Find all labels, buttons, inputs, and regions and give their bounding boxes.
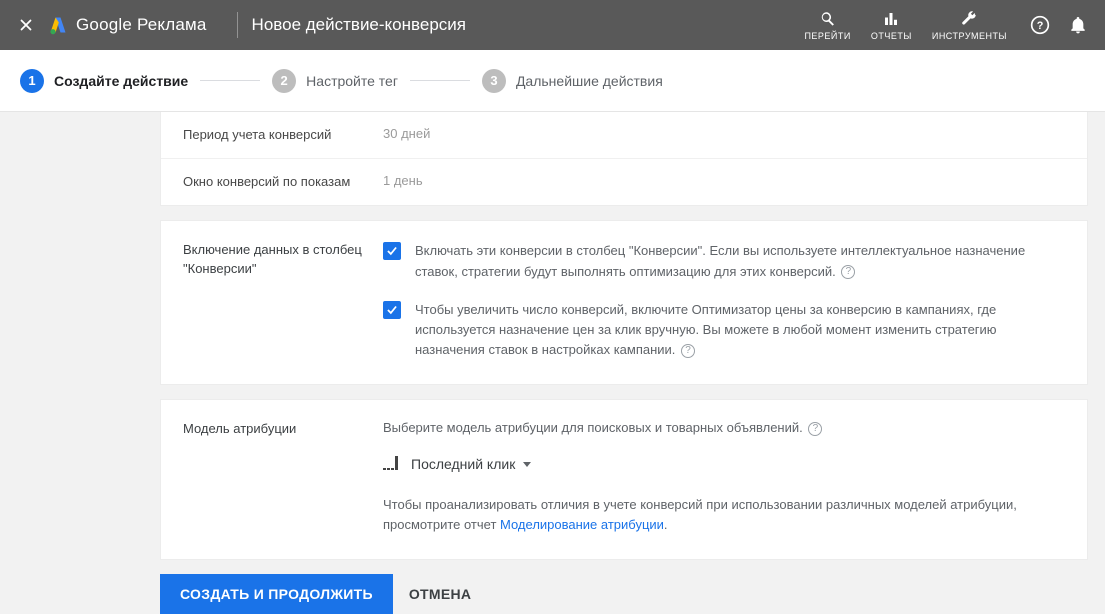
product-name: Google Реклама: [76, 15, 207, 35]
nav-reports-label: ОТЧЕТЫ: [871, 31, 912, 41]
step-1-number: 1: [20, 69, 44, 93]
nav-goto[interactable]: ПЕРЕЙТИ: [794, 10, 860, 41]
progress-stepper: 1 Создайте действие 2 Настройте тег 3 Да…: [0, 50, 1105, 112]
cancel-button[interactable]: ОТМЕНА: [409, 586, 471, 602]
ads-logo-icon: [48, 15, 68, 35]
include-option-2: Чтобы увеличить число конверсий, включит…: [383, 300, 1065, 360]
help-button[interactable]: ?: [1025, 10, 1055, 40]
header-separator: [237, 12, 238, 38]
last-click-icon: [383, 456, 403, 473]
row-conversion-period[interactable]: Период учета конверсий 30 дней: [161, 112, 1087, 158]
attribution-model-dropdown[interactable]: Последний клик: [383, 456, 531, 473]
view-window-value: 1 день: [383, 173, 423, 191]
step-2-number: 2: [272, 69, 296, 93]
step-1-label: Создайте действие: [54, 73, 188, 89]
step-3-label: Дальнейшие действия: [516, 73, 663, 89]
step-3-number: 3: [482, 69, 506, 93]
page-title: Новое действие-конверсия: [252, 15, 466, 35]
attribution-card: Модель атрибуции Выберите модель атрибуц…: [160, 399, 1088, 560]
step-3: 3 Дальнейшие действия: [482, 69, 663, 93]
include-option-1-text: Включать эти конверсии в столбец "Конвер…: [415, 241, 1065, 281]
nav-reports[interactable]: ОТЧЕТЫ: [861, 10, 922, 41]
checkmark-icon: [385, 244, 399, 258]
step-2: 2 Настройте тег: [272, 69, 398, 93]
nav-goto-label: ПЕРЕЙТИ: [804, 31, 850, 41]
step-1[interactable]: 1 Создайте действие: [20, 69, 188, 93]
create-and-continue-button[interactable]: СОЗДАТЬ И ПРОДОЛЖИТЬ: [160, 574, 393, 614]
help-icon: ?: [1030, 15, 1050, 35]
search-icon: [819, 10, 837, 28]
attribution-hint: Выберите модель атрибуции для поисковых …: [383, 420, 1065, 436]
help-tooltip-icon[interactable]: ?: [841, 265, 855, 279]
step-2-label: Настройте тег: [306, 73, 398, 89]
stepper-connector: [200, 80, 260, 81]
stepper-connector: [410, 80, 470, 81]
attribution-modeling-link[interactable]: Моделирование атрибуции: [500, 517, 664, 532]
bell-icon: [1068, 15, 1088, 35]
conversion-period-value: 30 дней: [383, 126, 430, 144]
nav-tools[interactable]: ИНСТРУМЕНТЫ: [922, 10, 1017, 41]
attribution-selected-value: Последний клик: [411, 456, 515, 472]
help-tooltip-icon[interactable]: ?: [681, 344, 695, 358]
help-tooltip-icon[interactable]: ?: [808, 422, 822, 436]
include-option-1: Включать эти конверсии в столбец "Конвер…: [383, 241, 1065, 281]
svg-text:?: ?: [1037, 20, 1044, 32]
notifications-button[interactable]: [1063, 10, 1093, 40]
form-actions: СОЗДАТЬ И ПРОДОЛЖИТЬ ОТМЕНА: [160, 574, 1105, 614]
row-view-window[interactable]: Окно конверсий по показам 1 день: [161, 158, 1087, 205]
nav-tools-label: ИНСТРУМЕНТЫ: [932, 31, 1007, 41]
summary-card: Период учета конверсий 30 дней Окно конв…: [160, 112, 1088, 206]
close-button[interactable]: [12, 11, 40, 39]
attribution-footer: Чтобы проанализировать отличия в учете к…: [383, 495, 1065, 535]
view-window-label: Окно конверсий по показам: [183, 173, 383, 191]
bar-chart-icon: [882, 10, 900, 28]
checkbox-enable-optimizer[interactable]: [383, 301, 401, 319]
include-label: Включение данных в столбец "Конверсии": [183, 241, 383, 360]
include-in-conversions-card: Включение данных в столбец "Конверсии" В…: [160, 220, 1088, 385]
wrench-icon: [960, 10, 978, 28]
include-option-2-text: Чтобы увеличить число конверсий, включит…: [415, 300, 1065, 360]
attribution-label: Модель атрибуции: [183, 420, 383, 535]
app-header: Google Реклама Новое действие-конверсия …: [0, 0, 1105, 50]
chevron-down-icon: [523, 462, 531, 467]
product-logo: Google Реклама: [48, 15, 207, 35]
conversion-period-label: Период учета конверсий: [183, 126, 383, 144]
checkbox-include-column[interactable]: [383, 242, 401, 260]
checkmark-icon: [385, 303, 399, 317]
